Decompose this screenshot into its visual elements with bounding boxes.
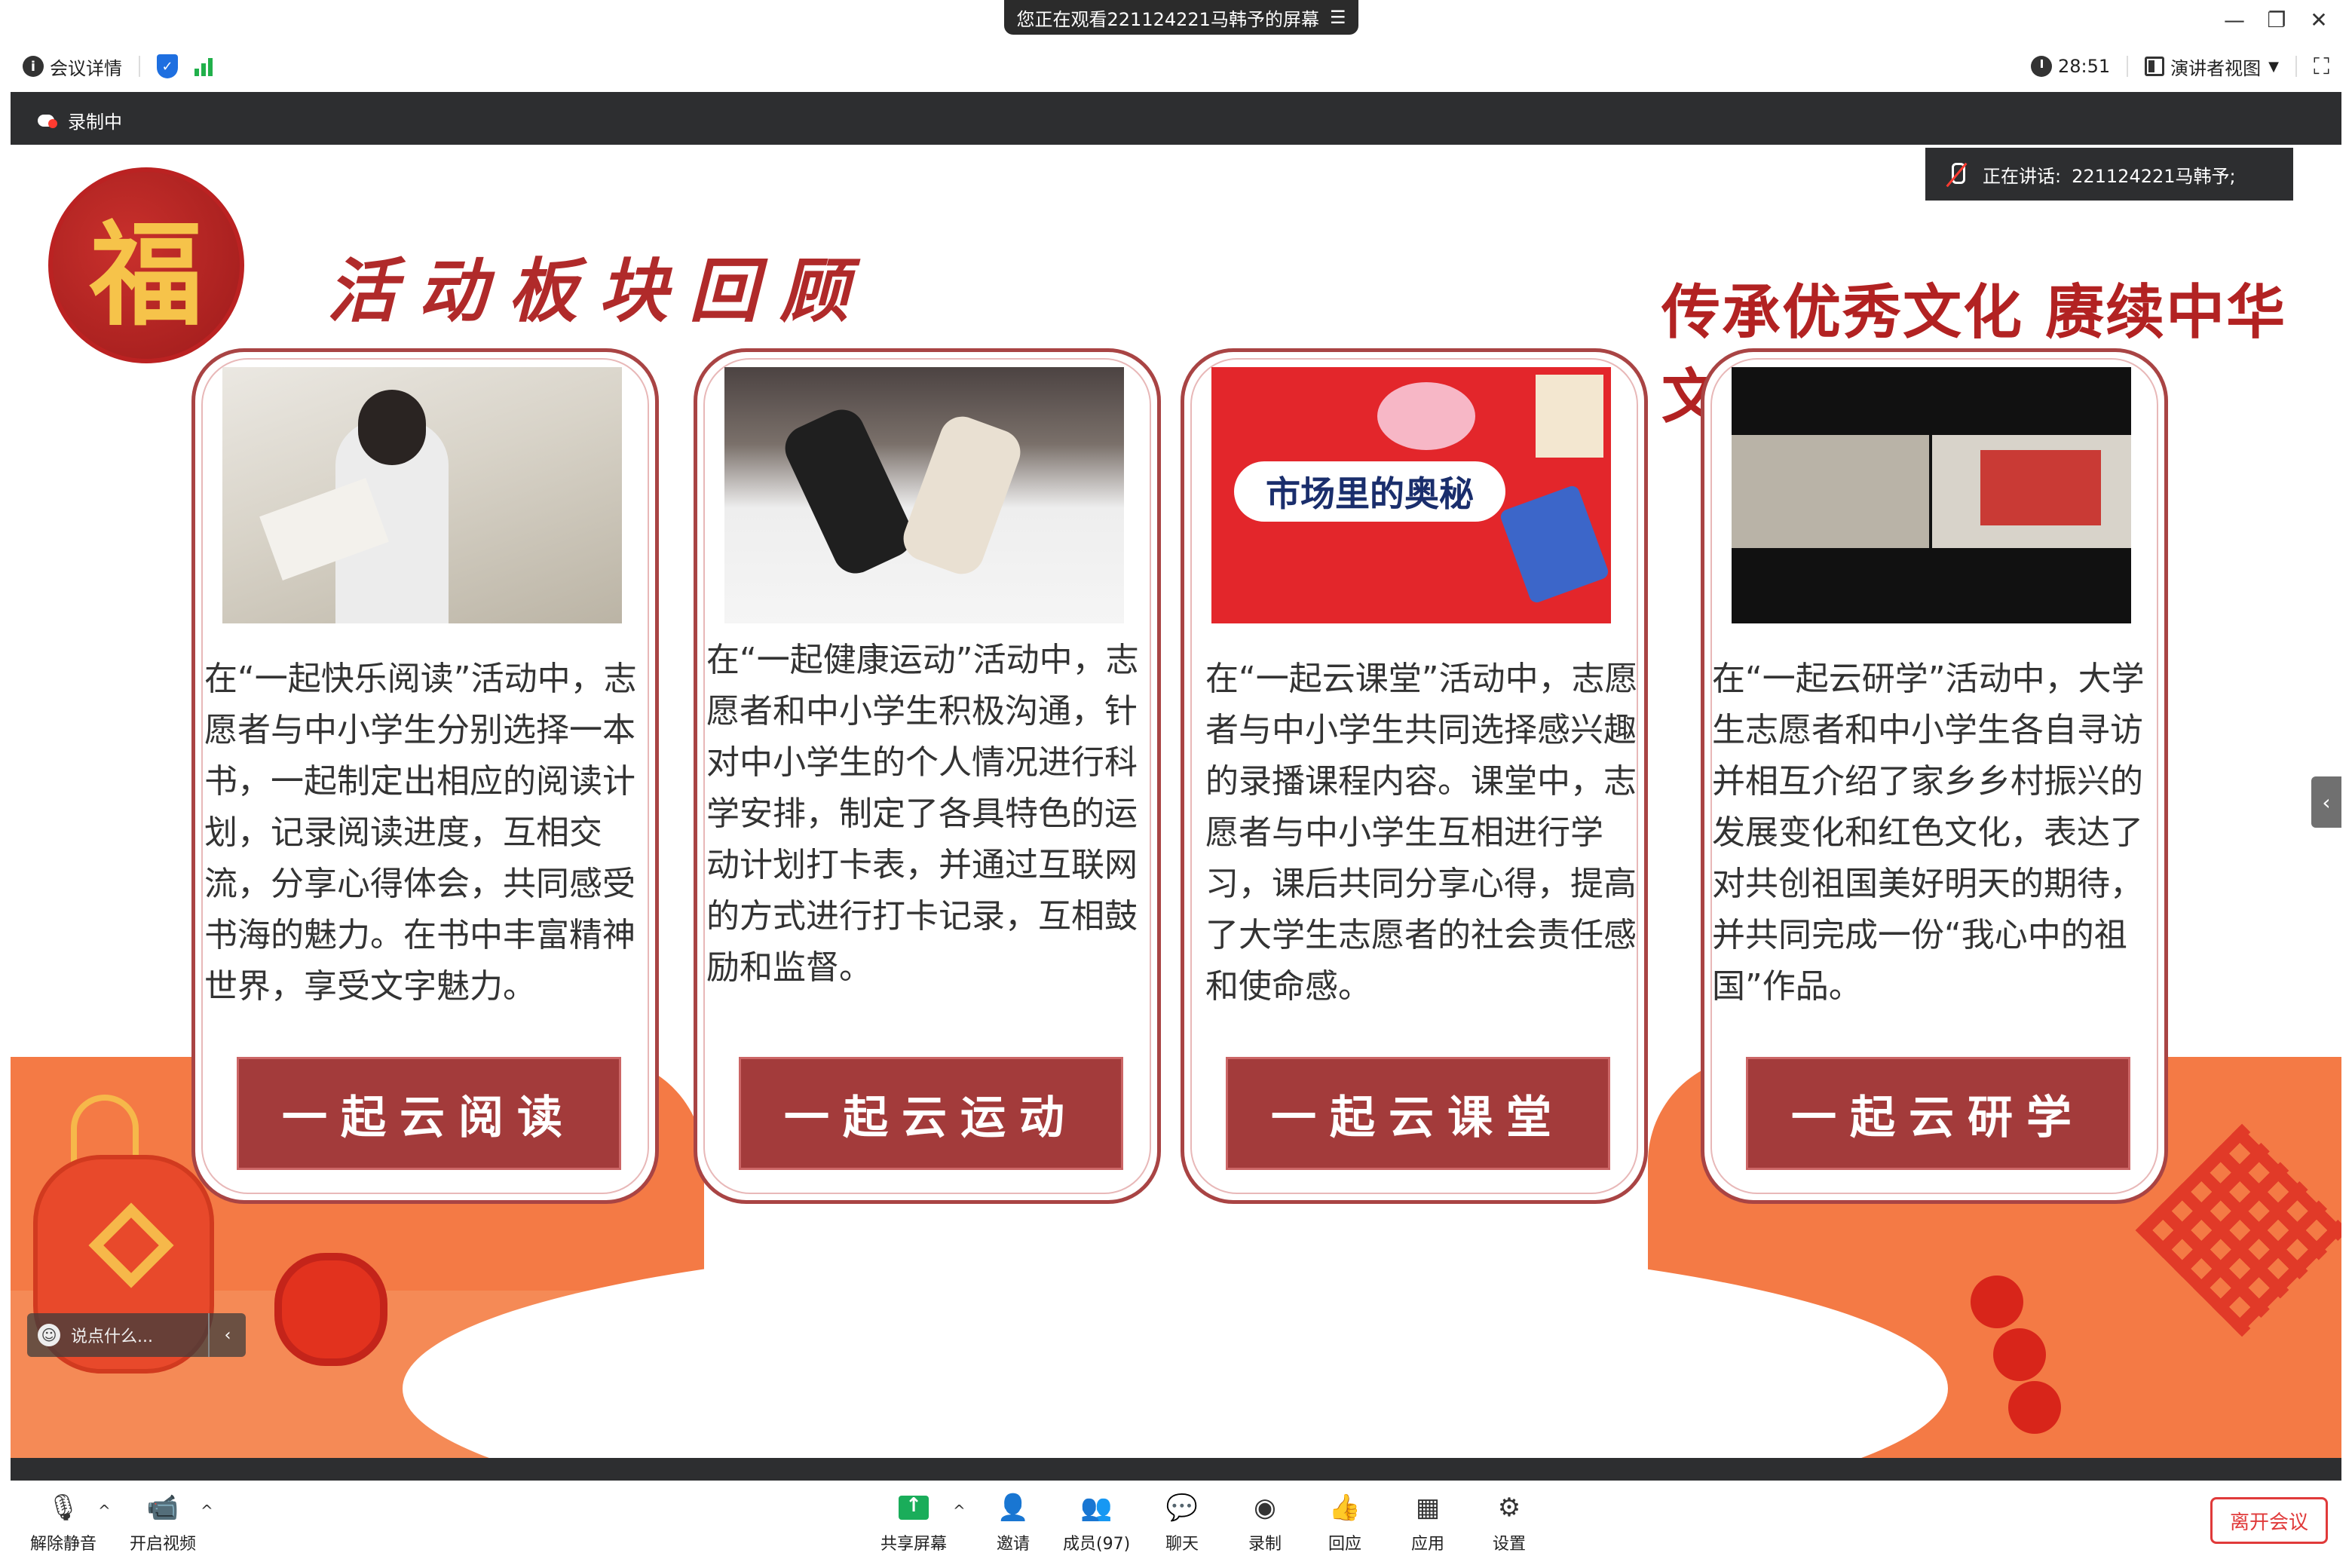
settings-label: 设置 (1493, 1535, 1527, 1554)
invite-label: 邀请 (997, 1535, 1031, 1554)
record-icon: ◉ (1254, 1493, 1276, 1523)
reading-photo (222, 367, 622, 623)
slide-title: 活动板块回顾 (327, 250, 871, 332)
gear-icon: ⚙ (1497, 1493, 1521, 1523)
reactions-button[interactable]: 👍 回应 (1328, 1491, 1361, 1554)
cloud-sports-label: 一起云运动 (739, 1057, 1123, 1170)
share-screen-label: 共享屏幕 (880, 1535, 948, 1554)
members-icon: 👥 (1080, 1493, 1113, 1523)
title-bar: 您正在观看221124221马韩予的屏幕 ☰ — ❐ ✕ i 会议详情 ✓ 28… (0, 0, 2352, 90)
chat-collapse-button[interactable]: ‹ (208, 1313, 246, 1357)
meeting-timer: 28:51 (2030, 56, 2111, 77)
share-screen-icon (899, 1494, 929, 1520)
cloud-class-label: 一起云课堂 (1226, 1057, 1610, 1170)
speaking-name: 221124221马韩予; (2072, 165, 2236, 187)
study-photo (1732, 367, 2131, 623)
apps-grid-icon: ▦ (1415, 1493, 1441, 1523)
activity-card-study: 在“一起云研学”活动中，大学生志愿者和中小学生各自寻访并相互介绍了家乡乡村振兴的… (1701, 348, 2168, 1204)
add-user-icon: 👤 (997, 1493, 1030, 1523)
timer-value: 28:51 (2057, 56, 2111, 77)
chat-button[interactable]: 💬 聊天 (1165, 1491, 1199, 1554)
side-panel-toggle[interactable]: ‹ (2311, 776, 2341, 828)
meeting-toolbar: 🎙 解除静音 ^ 📹 开启视频 ^ 共享屏幕 ^ 👤 邀请 👥 成员(97) 💬… (0, 1481, 2352, 1568)
lantern-ring (71, 1095, 139, 1162)
emoji-icon[interactable]: ☺ (38, 1324, 60, 1346)
divider (2295, 56, 2297, 77)
divider (139, 56, 140, 77)
candied-haw-icon (1971, 1276, 2023, 1328)
class-photo: 市场里的奥秘 (1211, 367, 1611, 623)
invite-button[interactable]: 👤 邀请 (997, 1491, 1030, 1554)
viewing-banner-text: 您正在观看221124221马韩予的屏幕 (1016, 8, 1319, 30)
viewing-screen-banner[interactable]: 您正在观看221124221马韩予的屏幕 ☰ (1004, 0, 1358, 35)
active-speaker-indicator: 正在讲话: 221124221马韩予; (1925, 148, 2293, 201)
chevron-down-icon: ▼ (2268, 58, 2279, 75)
flower-ornament-icon (274, 1253, 387, 1366)
clock-icon (2030, 56, 2052, 77)
audio-options-caret[interactable]: ^ (98, 1502, 111, 1520)
recording-indicator[interactable]: 录制中 (38, 107, 122, 133)
mic-muted-icon (1948, 161, 1965, 187)
chat-placeholder: 说点什么... (71, 1328, 153, 1346)
recording-label: 录制中 (68, 112, 122, 133)
minimize-button[interactable]: — (2219, 8, 2249, 32)
members-button[interactable]: 👥 成员(97) (1063, 1491, 1130, 1554)
chat-bubble-icon: 💬 (1165, 1493, 1199, 1523)
fu-badge-logo: 福 (48, 167, 244, 363)
apps-label: 应用 (1411, 1535, 1445, 1554)
video-off-icon: 📹 (146, 1493, 179, 1523)
cloud-study-label: 一起云研学 (1746, 1057, 2130, 1170)
start-video-button[interactable]: 📹 开启视频 (130, 1491, 196, 1554)
restore-button[interactable]: ❐ (2262, 8, 2292, 32)
card-description: 在“一起快乐阅读”活动中，志愿者与中小学生分别选择一本书，一起制定出相应的阅读计… (204, 660, 637, 1006)
recording-bar: 录制中 (11, 92, 2341, 145)
start-video-label: 开启视频 (130, 1535, 197, 1554)
meeting-info-label: 会议详情 (50, 57, 122, 79)
members-label: 成员(97) (1063, 1535, 1131, 1554)
view-mode-dropdown[interactable]: 演讲者视图 ▼ (2145, 54, 2279, 80)
reaction-icon: 👍 (1328, 1493, 1361, 1523)
meeting-info-button[interactable]: i 会议详情 (23, 54, 122, 80)
info-icon: i (23, 56, 44, 77)
activity-card-reading: 在“一起快乐阅读”活动中，志愿者与中小学生分别选择一本书，一起制定出相应的阅读计… (191, 348, 659, 1204)
apps-button[interactable]: ▦ 应用 (1411, 1491, 1444, 1554)
signal-bars-icon[interactable] (194, 57, 213, 76)
share-screen-button[interactable]: 共享屏幕 (880, 1491, 947, 1554)
card-description: 在“一起云研学”活动中，大学生志愿者和中小学生各自寻访并相互介绍了家乡乡村振兴的… (1712, 660, 2145, 1006)
record-label: 录制 (1248, 1535, 1282, 1554)
video-options-caret[interactable]: ^ (201, 1502, 213, 1520)
candied-haw-icon (1993, 1328, 2046, 1381)
class-photo-caption: 市场里的奥秘 (1234, 461, 1505, 522)
chat-label: 聊天 (1165, 1535, 1199, 1554)
shield-check-icon[interactable]: ✓ (157, 54, 178, 78)
card-description: 在“一起健康运动”活动中，志愿者和中小学生积极沟通，针对中小学生的个人情况进行科… (706, 641, 1139, 987)
mic-muted-icon: 🎙 (47, 1493, 80, 1523)
sports-photo (724, 367, 1124, 623)
candied-haw-icon (2008, 1381, 2061, 1434)
meeting-status-group: i 会议详情 ✓ (23, 53, 213, 80)
cloud-record-icon (38, 113, 60, 128)
activity-card-sports: 在“一起健康运动”活动中，志愿者和中小学生积极沟通，针对中小学生的个人情况进行科… (694, 348, 1161, 1204)
share-options-caret[interactable]: ^ (953, 1502, 966, 1520)
speaker-view-icon (2145, 57, 2165, 76)
view-mode-label: 演讲者视图 (2170, 57, 2262, 79)
card-description: 在“一起云课堂”活动中，志愿者与中小学生共同选择感兴趣的录播课程内容。课堂中，志… (1205, 660, 1638, 1006)
reactions-label: 回应 (1328, 1535, 1362, 1554)
unmute-button[interactable]: 🎙 解除静音 (30, 1491, 96, 1554)
share-bottom-bar (11, 1458, 2341, 1481)
record-button[interactable]: ◉ 录制 (1248, 1491, 1282, 1554)
unmute-label: 解除静音 (30, 1535, 97, 1554)
close-button[interactable]: ✕ (2304, 8, 2334, 32)
activity-card-class: 市场里的奥秘 在“一起云课堂”活动中，志愿者与中小学生共同选择感兴趣的录播课程内… (1181, 348, 1648, 1204)
meeting-controls-right: 28:51 演讲者视图 ▼ ⛶ (2030, 51, 2329, 81)
leave-meeting-button[interactable]: 离开会议 (2210, 1497, 2328, 1544)
divider (2127, 56, 2129, 77)
speaking-label: 正在讲话: (1983, 165, 2062, 187)
cloud-reading-label: 一起云阅读 (237, 1057, 621, 1170)
chat-input[interactable]: ☺ 说点什么... ‹ (27, 1313, 246, 1357)
settings-button[interactable]: ⚙ 设置 (1493, 1491, 1526, 1554)
fullscreen-icon[interactable]: ⛶ (2314, 54, 2329, 80)
list-icon[interactable]: ☰ (1330, 7, 1346, 28)
shared-slide: 福 活动板块回顾 传承优秀文化 赓续中华文脉 正在讲话: 221124221马韩… (11, 145, 2341, 1458)
